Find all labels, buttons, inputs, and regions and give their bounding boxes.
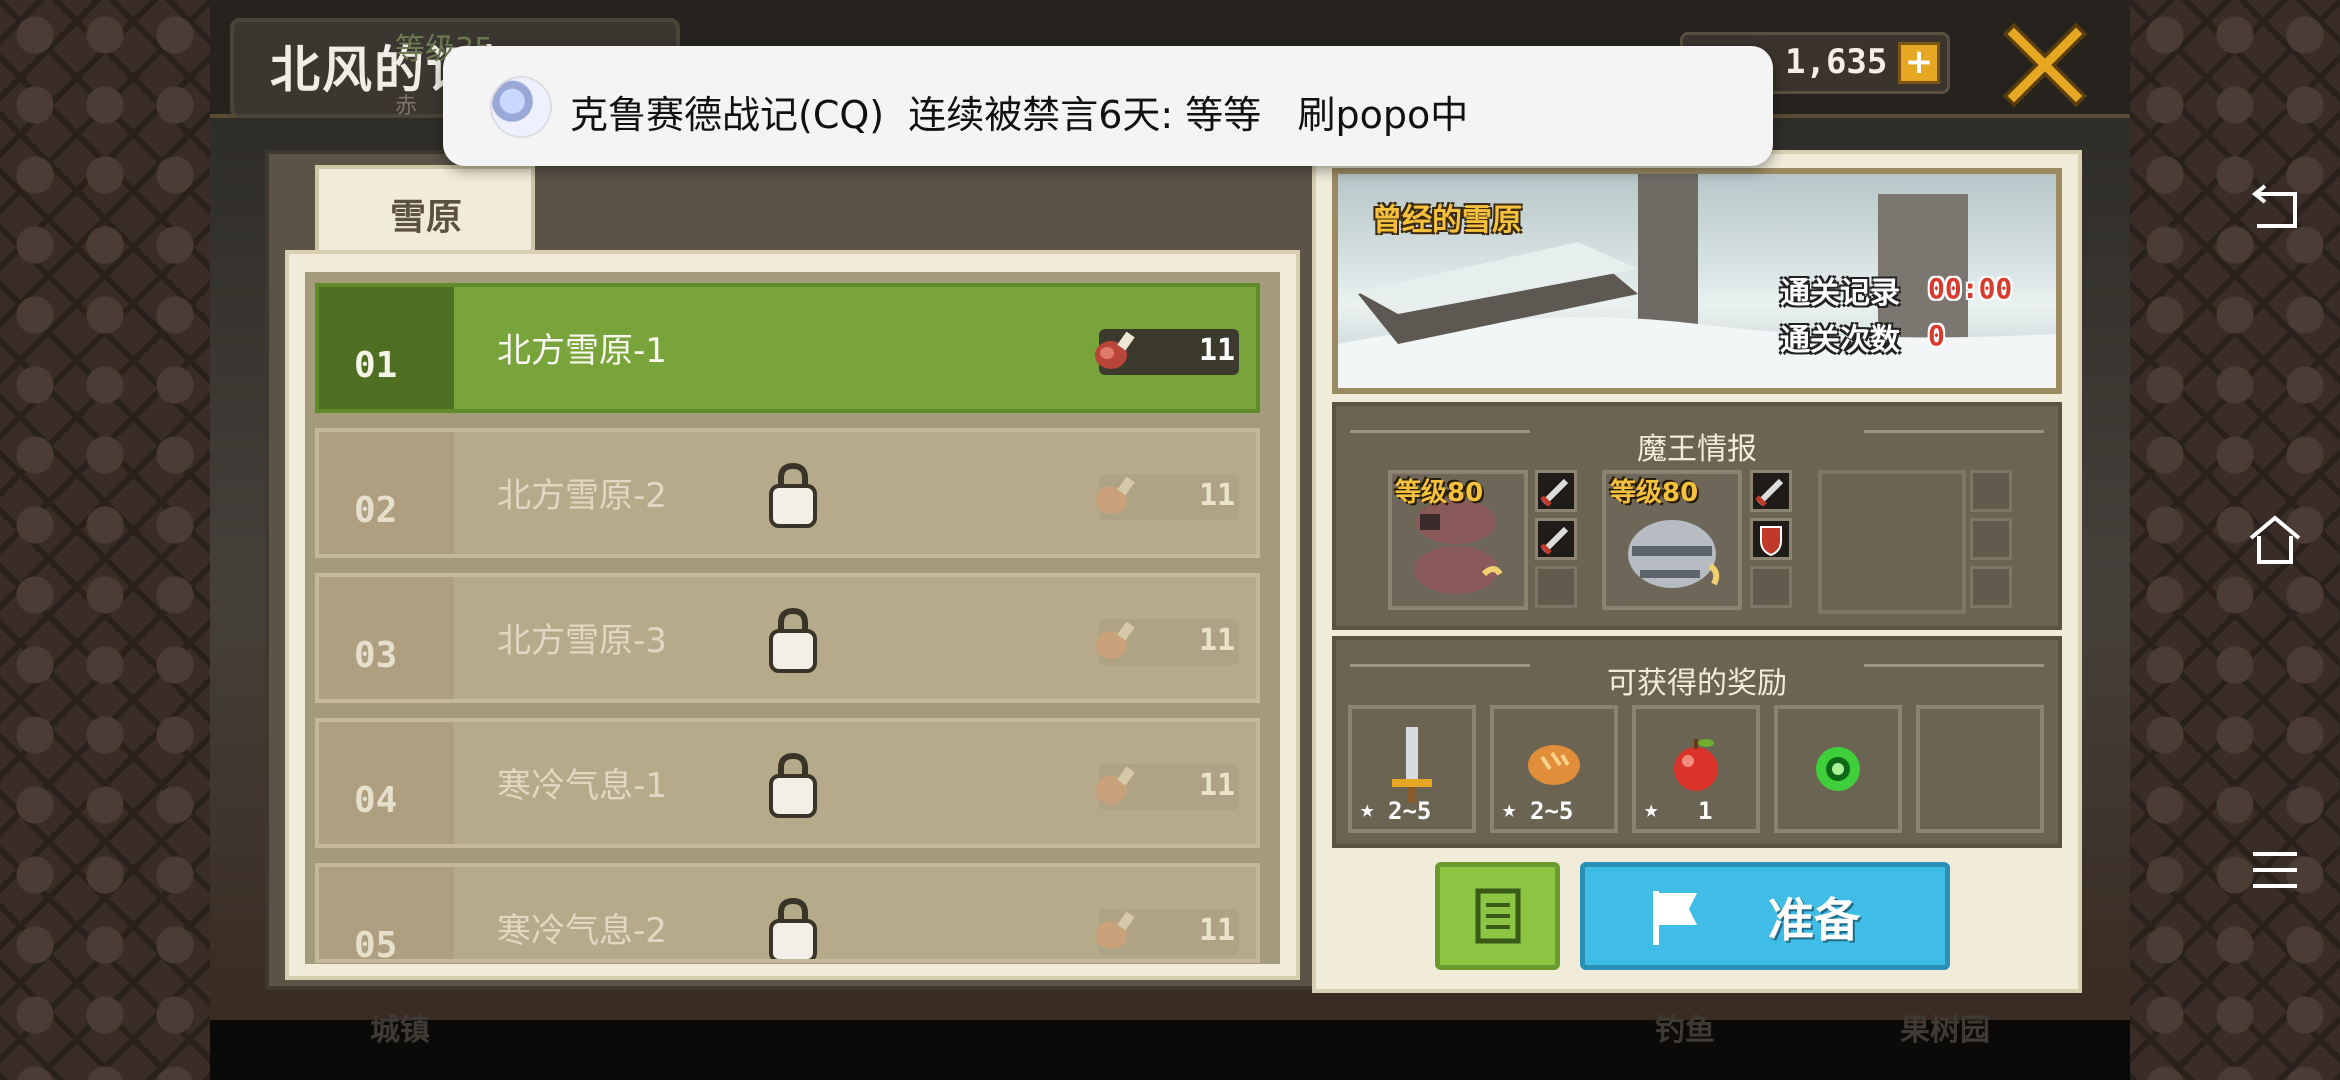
lock-icon (769, 752, 817, 818)
shield-icon (1750, 518, 1792, 560)
stage-row-01[interactable]: 01 北方雪原-1 11 (315, 283, 1260, 413)
reward-star: ★ (1360, 795, 1375, 823)
boss-level: 等级80 (1610, 478, 1699, 508)
stamina-cost: 11 (1199, 768, 1236, 803)
bottom-bar (210, 1020, 2130, 1080)
reward-item-2[interactable]: ★ 2~5 (1490, 705, 1618, 833)
reward-quantity: 2~5 (1388, 797, 1432, 825)
add-currency-button[interactable]: + (1898, 42, 1940, 84)
left-ornament-border (0, 0, 210, 1080)
list-icon (1475, 888, 1521, 944)
sword-icon (1535, 518, 1577, 560)
rewards-title: 可获得的奖励 (1607, 666, 1787, 701)
green-orb-icon (1816, 747, 1860, 791)
empty-boss-slot (1818, 470, 1966, 614)
meat-icon (1095, 331, 1135, 369)
stage-name: 北方雪原-2 (497, 476, 667, 516)
stage-row-04[interactable]: 04 寒冷气息-1 11 (315, 718, 1260, 848)
stage-number: 01 (354, 345, 398, 386)
stage-number: 04 (354, 780, 398, 821)
empty-attr-slot (1535, 566, 1577, 608)
home-icon[interactable] (2245, 510, 2305, 570)
bg-label-fishing: 钓鱼 (1655, 1013, 1715, 1048)
stage-number: 05 (354, 925, 398, 963)
stage-name: 北方雪原-3 (497, 621, 667, 661)
boss-info-title: 魔王情报 (1637, 432, 1757, 467)
sword-icon (1535, 470, 1577, 512)
stage-name: 寒冷气息-2 (497, 911, 667, 951)
stage-list-button[interactable] (1435, 862, 1560, 970)
title-subtext: 赤 (395, 94, 418, 119)
reward-item-3[interactable]: ★ 1 (1632, 705, 1760, 833)
ready-button-label: 准备 (1768, 893, 1860, 947)
stamina-cost: 11 (1199, 478, 1236, 513)
stage-number: 03 (354, 635, 398, 676)
stage-row-03[interactable]: 03 北方雪原-3 11 (315, 573, 1260, 703)
game-screen: 城镇 钓鱼 果树园 北风的记忆 赤 等级35 1,635 + 雪原 01 北方雪… (0, 0, 2340, 1080)
reward-quantity: 1 (1698, 797, 1713, 825)
right-ornament-border (2130, 0, 2340, 1080)
stage-name: 寒冷气息-1 (497, 766, 667, 806)
reward-star: ★ (1502, 795, 1517, 823)
clear-record-label: 通关记录 (1780, 276, 1900, 311)
tab-snowfield-label: 雪原 (390, 197, 463, 238)
stamina-cost: 11 (1199, 333, 1236, 368)
notification-text: 克鲁赛德战记(CQ) 连续被禁言6天: 等等 刷popo中 (570, 93, 1469, 137)
currency-amount: 1,635 (1785, 42, 1888, 82)
meat-icon (1095, 911, 1135, 949)
stamina-cost: 11 (1199, 913, 1236, 948)
reward-star: ★ (1644, 795, 1659, 823)
avatar (490, 76, 552, 138)
lock-icon (769, 462, 817, 528)
stage-number: 02 (354, 490, 398, 531)
lock-icon (769, 607, 817, 673)
boss-level: 等级80 (1395, 478, 1484, 508)
stage-scene-name: 曾经的雪原 (1372, 203, 1522, 238)
bg-label-orchard: 果树园 (1900, 1013, 1990, 1048)
meat-icon (1095, 766, 1135, 804)
reward-item-4[interactable] (1774, 705, 1902, 833)
empty-attr-slot (1970, 518, 2012, 560)
bg-label-town: 城镇 (370, 1013, 430, 1048)
reward-item-1[interactable]: ★ 2~5 (1348, 705, 1476, 833)
stage-name: 北方雪原-1 (497, 331, 667, 371)
sword-icon (1750, 470, 1792, 512)
back-icon[interactable] (2245, 180, 2305, 240)
empty-attr-slot (1750, 566, 1792, 608)
meat-icon (1095, 476, 1135, 514)
reward-item-empty (1916, 705, 2044, 833)
clear-count-value: 0 (1928, 319, 1945, 352)
reward-quantity: 2~5 (1530, 797, 1574, 825)
stage-row-02[interactable]: 02 北方雪原-2 11 (315, 428, 1260, 558)
close-icon[interactable] (2000, 20, 2090, 110)
lock-icon (769, 897, 817, 959)
stamina-cost: 11 (1199, 623, 1236, 658)
meat-icon (1095, 621, 1135, 659)
empty-attr-slot (1970, 470, 2012, 512)
clear-record-value: 00:00 (1928, 272, 2013, 305)
flag-icon (1653, 891, 1697, 945)
clear-count-label: 通关次数 (1780, 323, 1900, 358)
stage-row-05[interactable]: 05 寒冷气息-2 11 (315, 863, 1260, 963)
empty-attr-slot (1970, 566, 2012, 608)
ready-button[interactable] (1580, 862, 1950, 970)
menu-icon[interactable] (2245, 840, 2305, 900)
